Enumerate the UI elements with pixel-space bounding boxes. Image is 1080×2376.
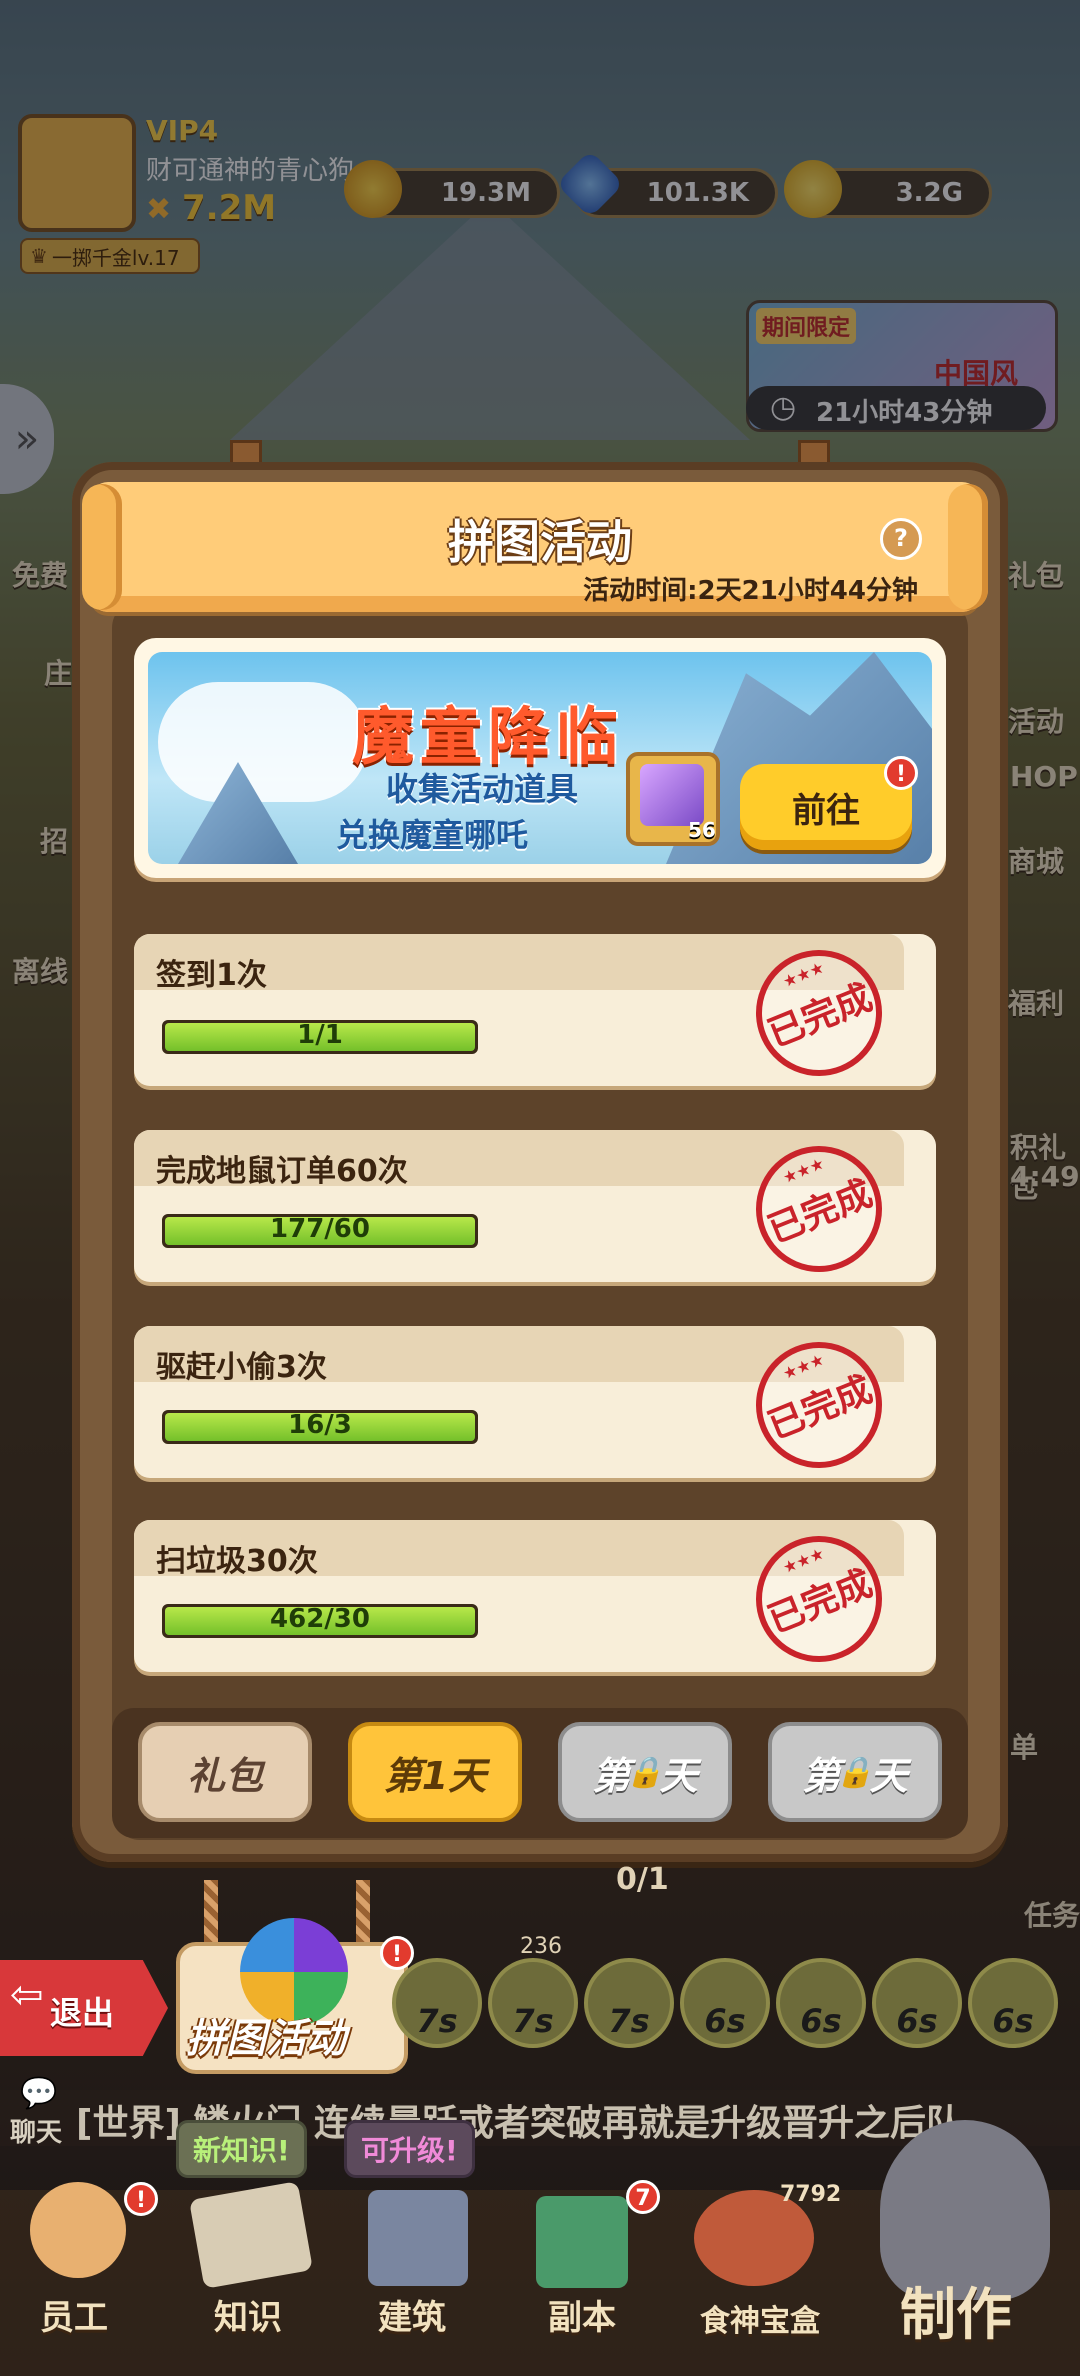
dungeon-count-badge: 7: [626, 2180, 660, 2214]
event-item-icon: [640, 764, 704, 826]
nav-knowledge[interactable]: 知识: [214, 2290, 282, 2339]
sign-rope-left: [204, 1880, 218, 1950]
chest-count: 7792: [780, 2182, 842, 2207]
nav-building[interactable]: 建筑: [378, 2290, 446, 2339]
arcade-icon: [536, 2196, 628, 2288]
order-counter-2: 236: [520, 1934, 562, 1959]
puzzle-event-label: 拼图活动: [186, 2016, 346, 2062]
go-button-alert-badge: !: [884, 756, 918, 790]
promo-title: 魔童降临: [352, 700, 625, 773]
nav-dungeon[interactable]: 副本: [548, 2290, 616, 2339]
can-upgrade-tag: 可升级!: [344, 2120, 475, 2178]
cooldown-timer[interactable]: 6s: [968, 1958, 1058, 2048]
task-progress-sep: /: [324, 1214, 334, 1244]
event-time: 活动时间:2天21小时44分钟: [583, 576, 918, 606]
task-name: 扫垃圾30次: [156, 1544, 318, 1579]
event-item-count: 56: [688, 818, 716, 842]
chat-label: 聊天: [10, 2118, 63, 2148]
task-name: 驱赶小偷3次: [156, 1350, 327, 1385]
task-progress-done: 462: [270, 1604, 325, 1634]
nav-staff[interactable]: 员工: [40, 2290, 108, 2339]
cooldown-timer[interactable]: 7s: [488, 1958, 578, 2048]
tab-day-3-locked[interactable]: 第 🔒 天: [768, 1722, 942, 1822]
staff-alert-badge: !: [124, 2182, 158, 2216]
new-knowledge-tag: 新知识!: [176, 2120, 307, 2178]
promo-subtitle-2: 兑换魔童哪吒: [336, 816, 529, 854]
tab-day-2-locked[interactable]: 第 🔒 天: [558, 1722, 732, 1822]
task-name: 完成地鼠订单60次: [156, 1154, 408, 1189]
task-progress-goal: 3: [333, 1410, 352, 1440]
lock-icon: 🔒: [836, 1754, 874, 1790]
task-progress-goal: 30: [333, 1604, 370, 1634]
chat-icon: 💬: [20, 2076, 58, 2111]
tab-day-1[interactable]: 第1天: [348, 1722, 522, 1822]
task-progress-goal: 1: [324, 1020, 343, 1050]
cooldown-timer[interactable]: 6s: [872, 1958, 962, 2048]
promo-subtitle-1: 收集活动道具: [386, 770, 579, 808]
puzzle-alert-badge: !: [380, 1936, 414, 1970]
lock-icon: 🔒: [626, 1754, 664, 1790]
task-name: 签到1次: [156, 958, 267, 993]
back-arrow-icon: ⇦: [10, 1972, 44, 2018]
scroll-icon: [189, 2181, 313, 2289]
task-progress-done: 177: [270, 1214, 325, 1244]
task-progress-text: 177/60: [162, 1214, 478, 1244]
help-icon[interactable]: ?: [880, 518, 922, 560]
task-progress-text: 462/30: [162, 1604, 478, 1634]
cooldown-timer[interactable]: 7s: [392, 1958, 482, 2048]
tab-day-3-prefix: 第: [802, 1753, 841, 1798]
task-progress-text: 16/3: [162, 1410, 478, 1440]
task-progress-goal: 60: [333, 1214, 370, 1244]
nav-craft[interactable]: 制作: [900, 2270, 1012, 2351]
tab-day-3-suffix: 天: [869, 1753, 908, 1798]
task-progress-done: 1: [297, 1020, 316, 1050]
sign-rope-right: [356, 1880, 370, 1950]
tab-day-2-prefix: 第: [592, 1753, 631, 1798]
nav-food-chest[interactable]: 食神宝盒: [700, 2296, 820, 2340]
staff-icon: [30, 2182, 126, 2278]
task-progress-text: 1/1: [162, 1020, 478, 1050]
cooldown-timer[interactable]: 6s: [776, 1958, 866, 2048]
cooldown-timer[interactable]: 7s: [584, 1958, 674, 2048]
exit-label: 退出: [50, 1994, 115, 2032]
tab-day-2-suffix: 天: [659, 1753, 698, 1798]
task-progress-done: 16: [288, 1410, 325, 1440]
task-progress-sep: /: [315, 1020, 325, 1050]
tab-gift-pack[interactable]: 礼包: [138, 1722, 312, 1822]
task-progress-sep: /: [324, 1604, 334, 1634]
promo-cloud: [158, 682, 368, 802]
task-progress-sep: /: [324, 1410, 334, 1440]
order-counter: 0/1: [616, 1862, 669, 1897]
cooldown-timer[interactable]: 6s: [680, 1958, 770, 2048]
hammer-icon: [368, 2190, 468, 2286]
